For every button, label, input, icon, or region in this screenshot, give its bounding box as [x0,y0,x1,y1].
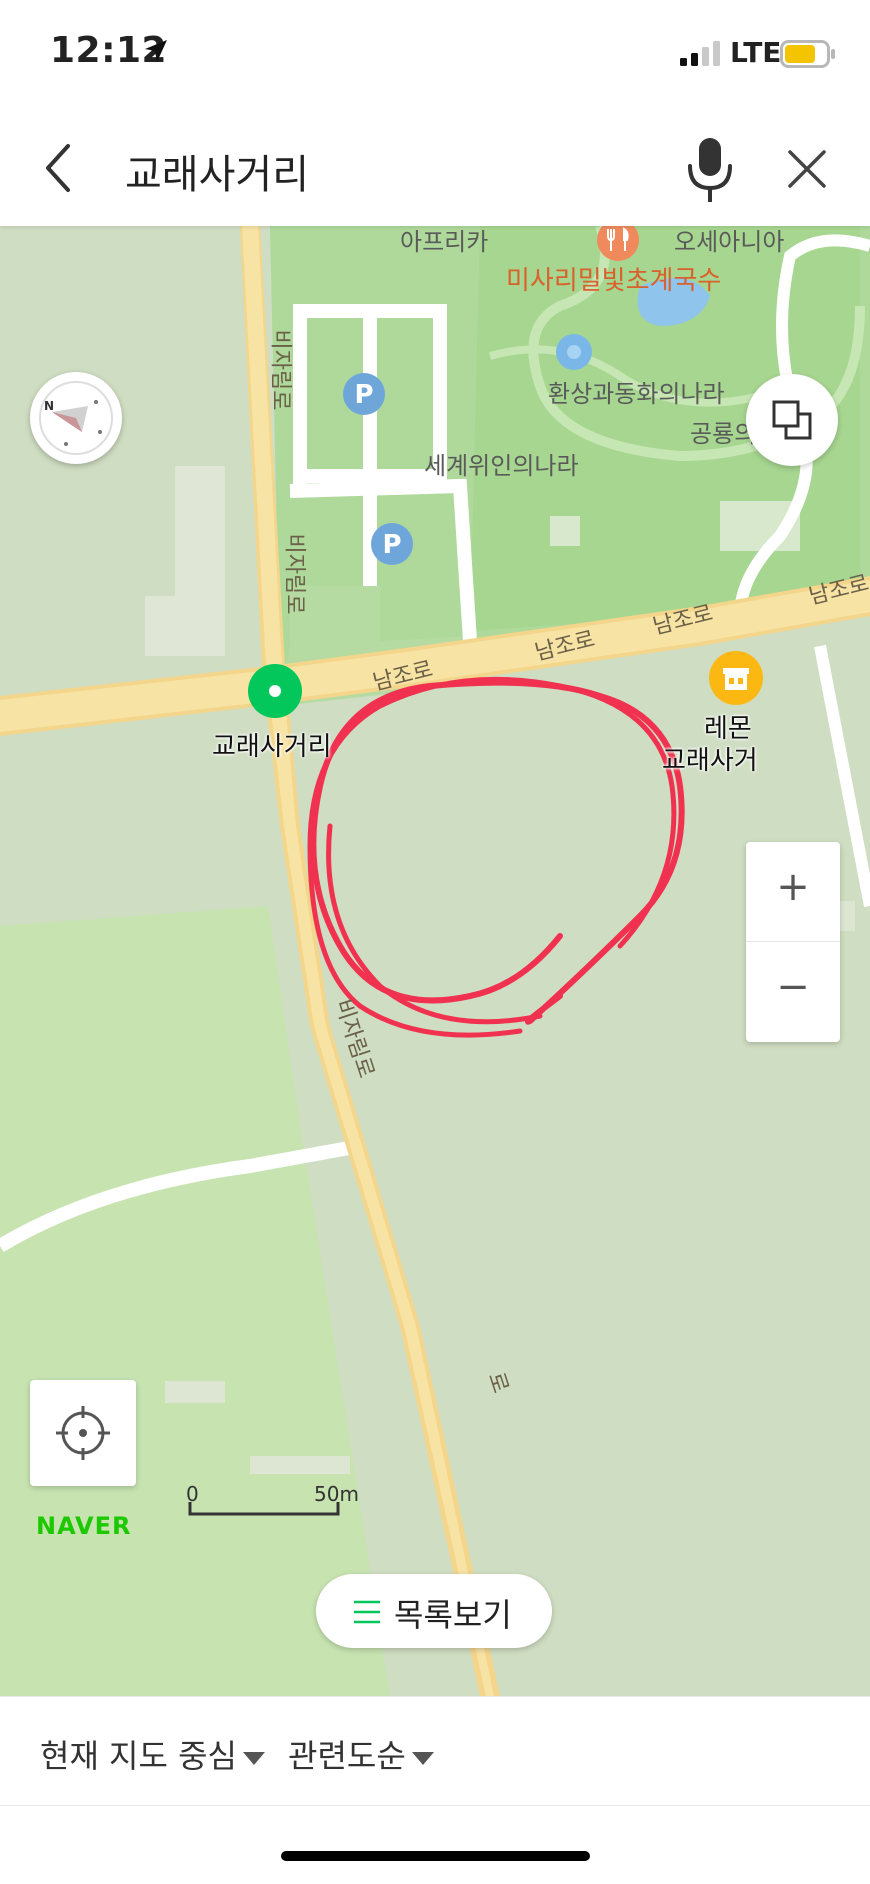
store-icon[interactable] [708,650,764,706]
map-center-filter-label: 현재 지도 중심 [40,1737,237,1775]
svg-text:P: P [354,380,373,410]
current-location-button[interactable] [30,1380,136,1486]
status-bar: 12:12 LTE [0,0,870,112]
road-label-bija-2: 비자림로 [281,533,307,615]
caret-down-icon [411,1751,434,1765]
zoom-out-button[interactable]: − [746,942,840,1042]
map-view[interactable]: 아프리카 오세아니아 미사리밀빛초계국수 환상과동화의나라 공룡의나라 세계위인… [0,226,870,1696]
sort-bar: 현재 지도 중심 관련도순 [0,1696,870,1806]
list-view-button[interactable]: 목록보기 [316,1574,552,1648]
selected-location-marker[interactable] [246,662,304,720]
crosshair-icon [56,1406,110,1460]
road-label-bija-1: 비자림로 [267,329,293,411]
scale-bar [188,1502,340,1516]
place-label-fantasy[interactable]: 환상과동화의나라 [548,374,725,409]
zoom-control: + − [746,842,840,1042]
naver-logo: NAVER [36,1512,132,1540]
sort-order-label: 관련도순 [288,1737,406,1775]
sort-order-dropdown[interactable]: 관련도순 [288,1731,434,1777]
search-query[interactable]: 교래사거리 [125,142,309,200]
zoom-in-button[interactable]: + [746,842,840,942]
svg-text:P: P [382,530,401,560]
signal-bars-icon [680,41,720,66]
layers-button[interactable] [746,374,838,466]
place-label-great-people[interactable]: 세계위인의나라 [424,446,579,481]
map-center-filter[interactable]: 현재 지도 중심 [40,1731,265,1777]
network-type: LTE [730,36,782,69]
place-label-africa[interactable]: 아프리카 [400,226,488,257]
chevron-left-icon[interactable] [38,138,78,198]
compass-button[interactable]: N [30,372,122,464]
list-view-label: 목록보기 [394,1596,512,1634]
list-icon [354,1600,380,1624]
location-arrow-icon [145,40,167,62]
place-label-lemon-sub[interactable]: 교래사거 [662,740,758,777]
selected-place-label[interactable]: 교래사거리 [212,726,332,763]
fork-knife-icon[interactable] [596,226,640,262]
close-icon[interactable] [782,144,832,194]
compass-icon: N [39,381,113,455]
svg-text:N: N [44,399,54,413]
place-label-oceania[interactable]: 오세아니아 [674,226,784,257]
parking-icon[interactable]: P [342,372,386,416]
microphone-icon[interactable] [684,132,736,206]
layers-icon [772,400,812,440]
battery-low-icon [780,40,835,68]
search-header: 교래사거리 [0,112,870,226]
home-indicator[interactable] [281,1851,590,1861]
zoom-out-label: − [776,964,810,1010]
zoom-in-label: + [776,864,810,910]
caret-down-icon [242,1751,265,1765]
place-label-restaurant[interactable]: 미사리밀빛초계국수 [506,260,721,297]
parking-icon[interactable]: P [370,522,414,566]
